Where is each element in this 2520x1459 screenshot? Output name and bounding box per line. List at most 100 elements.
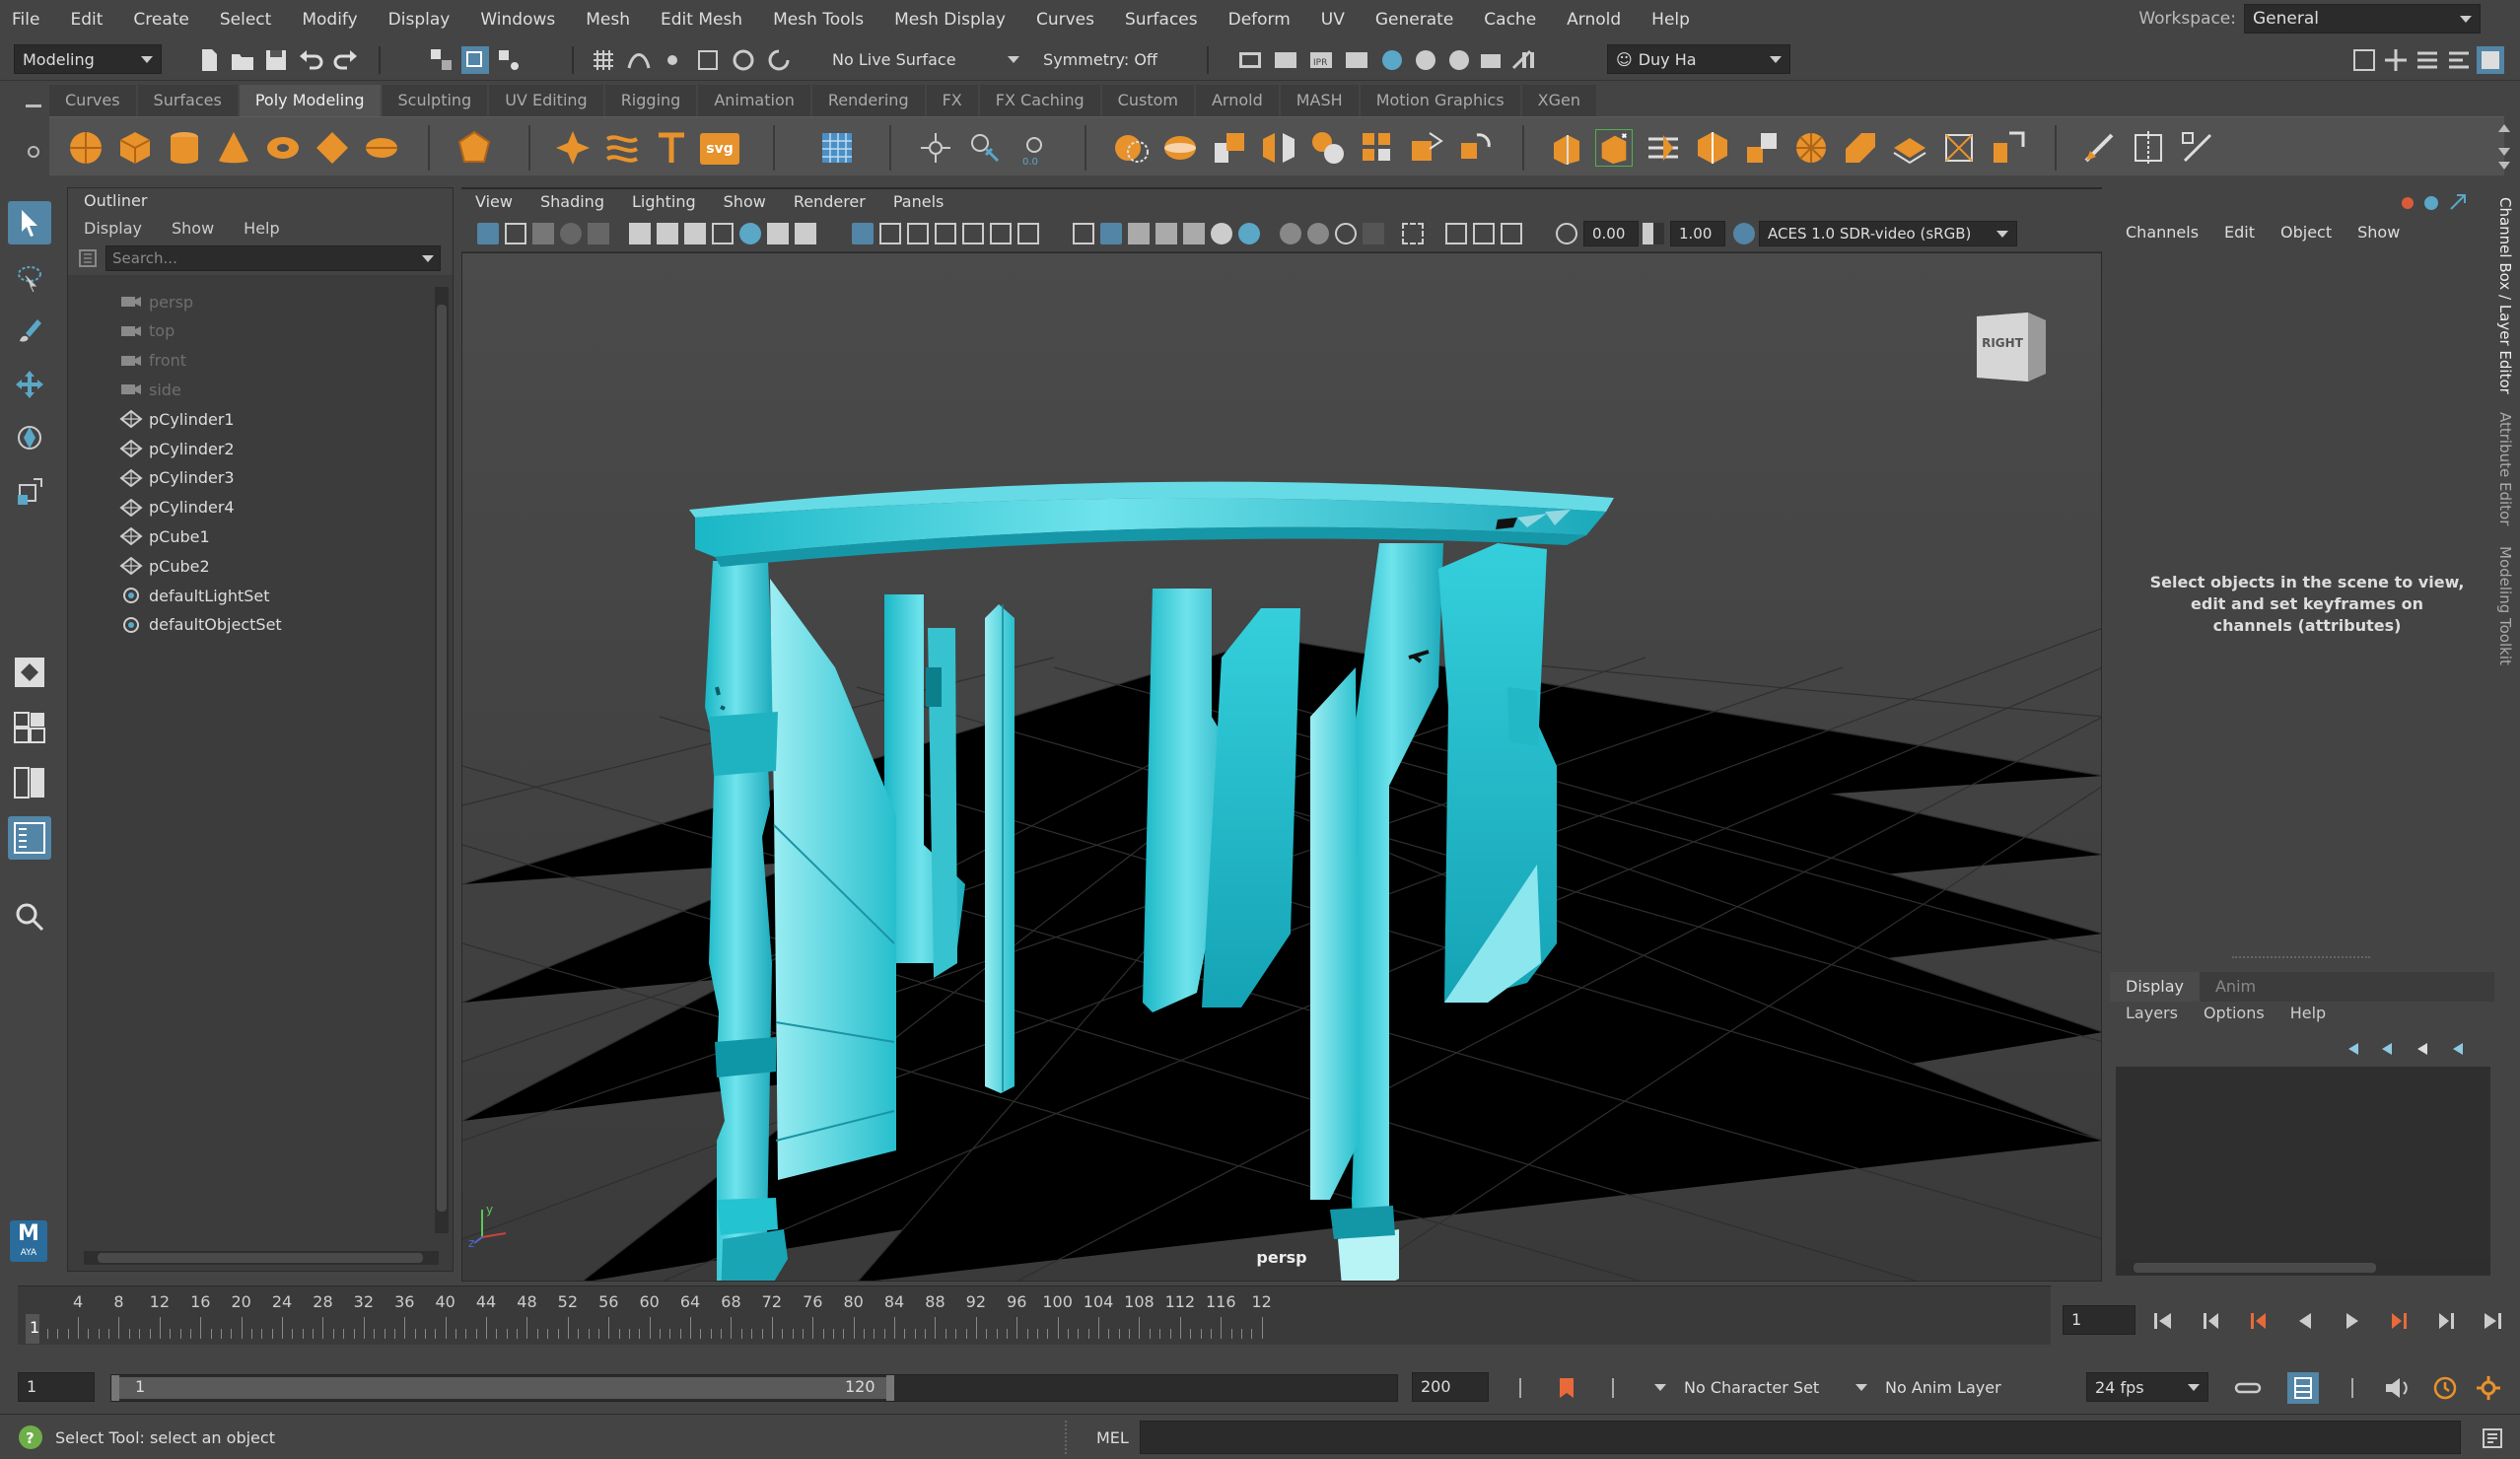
symmetry-dropdown[interactable]: Symmetry: Off bbox=[1000, 44, 1177, 74]
outliner-item[interactable]: defaultObjectSet bbox=[119, 610, 282, 640]
mirror-icon[interactable] bbox=[1260, 129, 1297, 167]
safe-action-icon[interactable] bbox=[767, 223, 789, 244]
ambient-occlusion-icon[interactable] bbox=[1280, 223, 1301, 244]
uv-grid-icon[interactable] bbox=[818, 129, 856, 167]
exposure-field[interactable]: 0.00 bbox=[1583, 221, 1639, 246]
bevel-icon[interactable] bbox=[1645, 129, 1682, 167]
snap-point-icon[interactable] bbox=[659, 46, 686, 74]
viewport-menu-shading[interactable]: Shading bbox=[540, 192, 604, 211]
platonic-solid-icon[interactable] bbox=[455, 129, 493, 167]
light-editor-icon[interactable] bbox=[1412, 46, 1439, 74]
outliner-menu-show[interactable]: Show bbox=[172, 219, 214, 238]
viewport-menu-view[interactable]: View bbox=[475, 192, 513, 211]
mel-command-input[interactable] bbox=[1140, 1421, 2461, 1454]
viewport-menu-show[interactable]: Show bbox=[724, 192, 766, 211]
character-set-dropdown[interactable]: No Character Set bbox=[1646, 1372, 1844, 1402]
poly-plane-icon[interactable] bbox=[314, 129, 351, 167]
two-view-button[interactable] bbox=[8, 761, 51, 804]
key-preferences-icon[interactable] bbox=[1601, 1376, 1625, 1400]
outliner-item[interactable]: pCylinder4 bbox=[119, 493, 235, 522]
merge-icon[interactable] bbox=[1940, 129, 1978, 167]
undo-icon[interactable] bbox=[298, 46, 325, 74]
scale-tool-button[interactable] bbox=[8, 469, 51, 513]
channel-box-menu-edit[interactable]: Edit bbox=[2224, 223, 2255, 242]
shelf-tab-animation[interactable]: Animation bbox=[698, 85, 810, 116]
gamma-icon[interactable] bbox=[1643, 223, 1664, 244]
select-component-icon[interactable] bbox=[495, 46, 523, 74]
separate-icon[interactable] bbox=[966, 129, 1004, 167]
isolate-select-icon[interactable] bbox=[1402, 223, 1424, 244]
shelf-tab-curves[interactable]: Curves bbox=[49, 85, 136, 116]
resolution-toggle-icon[interactable] bbox=[907, 223, 929, 244]
color-management-icon[interactable] bbox=[1733, 223, 1755, 244]
xray-joints-icon[interactable] bbox=[1473, 223, 1495, 244]
outliner-item[interactable]: front bbox=[119, 346, 186, 376]
range-start-handle[interactable] bbox=[111, 1375, 119, 1401]
two-d-pan-icon[interactable] bbox=[588, 223, 609, 244]
settings-icon[interactable] bbox=[2475, 1374, 2502, 1402]
snap-view-plane-icon[interactable] bbox=[694, 46, 722, 74]
render-view-icon[interactable] bbox=[1378, 46, 1406, 74]
wireframe-on-shaded-icon[interactable] bbox=[1128, 223, 1150, 244]
tool-settings-icon[interactable] bbox=[2445, 46, 2473, 74]
camera-attributes-icon[interactable] bbox=[505, 223, 526, 244]
extract-icon[interactable] bbox=[1211, 129, 1248, 167]
svg-tool-icon[interactable]: svg bbox=[700, 133, 739, 165]
menu-create[interactable]: Create bbox=[133, 10, 189, 30]
outliner-item[interactable]: pCylinder2 bbox=[119, 434, 235, 463]
layer-tab-anim[interactable]: Anim bbox=[2200, 972, 2272, 1002]
gate-mask-icon[interactable] bbox=[712, 223, 734, 244]
camera-icon[interactable] bbox=[629, 223, 651, 244]
shelf-tab-uv-editing[interactable]: UV Editing bbox=[489, 85, 603, 116]
range-end-handle[interactable] bbox=[886, 1375, 894, 1401]
play-forwards-icon[interactable] bbox=[2339, 1307, 2366, 1335]
boolean-difference-icon[interactable] bbox=[1161, 129, 1199, 167]
bridge-icon[interactable] bbox=[1595, 129, 1633, 167]
menu-generate[interactable]: Generate bbox=[1375, 10, 1453, 30]
current-frame-field[interactable]: 1 bbox=[2063, 1305, 2135, 1335]
outliner-item[interactable]: pCylinder3 bbox=[119, 463, 235, 493]
range-slider[interactable]: 1 120 bbox=[110, 1374, 1398, 1402]
side-tab-0[interactable]: Channel Box / Layer Editor bbox=[2496, 197, 2514, 394]
shelf-tab-fx[interactable]: FX bbox=[926, 85, 978, 116]
safe-title-icon[interactable] bbox=[795, 223, 816, 244]
time-slider[interactable]: 4 8 12 16 20 24 28 32 36 40 44 48 52 56 60 64 68 72 76 80 84… bbox=[18, 1285, 2051, 1345]
cache-playback-icon[interactable] bbox=[2287, 1372, 2319, 1404]
sidebar-toggle-icon[interactable] bbox=[2350, 46, 2378, 74]
ipr-render-icon[interactable] bbox=[1272, 46, 1299, 74]
motion-blur-icon[interactable] bbox=[1307, 223, 1329, 244]
color-space-dropdown[interactable]: ACES 1.0 SDR-video (sRGB) bbox=[1759, 221, 2017, 246]
snap-grid-icon[interactable] bbox=[590, 46, 617, 74]
gamma-field[interactable]: 1.00 bbox=[1670, 221, 1725, 246]
hypershade-icon[interactable] bbox=[1343, 46, 1370, 74]
menu-mesh[interactable]: Mesh bbox=[586, 10, 630, 30]
field-chart-icon[interactable] bbox=[739, 223, 761, 244]
shelf-tab-rendering[interactable]: Rendering bbox=[811, 85, 925, 116]
super-shape-icon[interactable] bbox=[554, 129, 592, 167]
redo-icon[interactable] bbox=[331, 46, 359, 74]
search-dropdown-icon[interactable] bbox=[422, 254, 434, 262]
triangulate-icon[interactable] bbox=[1408, 129, 1445, 167]
step-back-frame-icon[interactable] bbox=[2244, 1307, 2272, 1335]
film-gate-icon[interactable] bbox=[657, 223, 678, 244]
exposure-icon[interactable] bbox=[1556, 223, 1577, 244]
rotate-tool-button[interactable] bbox=[8, 416, 51, 459]
shelf-tab-motion-graphics[interactable]: Motion Graphics bbox=[1360, 85, 1520, 116]
attribute-editor-icon[interactable] bbox=[2414, 46, 2441, 74]
collapse-icon[interactable] bbox=[1891, 129, 1928, 167]
poly-sphere-icon[interactable] bbox=[67, 129, 105, 167]
viewport-menu-renderer[interactable]: Renderer bbox=[794, 192, 866, 211]
camera-settings-icon[interactable] bbox=[1477, 46, 1505, 74]
layer-create-icons[interactable] bbox=[2343, 1037, 2481, 1061]
xray-icon[interactable] bbox=[1445, 223, 1467, 244]
outliner-item[interactable]: top bbox=[119, 316, 175, 346]
poly-torus-icon[interactable] bbox=[264, 129, 302, 167]
search-button[interactable] bbox=[8, 895, 51, 938]
play-backwards-icon[interactable] bbox=[2291, 1307, 2319, 1335]
anti-aliasing-icon[interactable] bbox=[1335, 223, 1357, 244]
multi-cut-icon[interactable] bbox=[1990, 129, 2027, 167]
poly-cylinder-icon[interactable] bbox=[166, 129, 203, 167]
snap-curve-icon[interactable] bbox=[625, 46, 653, 74]
layer-horizontal-scrollbar[interactable] bbox=[2116, 1260, 2490, 1276]
menu-modify[interactable]: Modify bbox=[302, 10, 357, 30]
